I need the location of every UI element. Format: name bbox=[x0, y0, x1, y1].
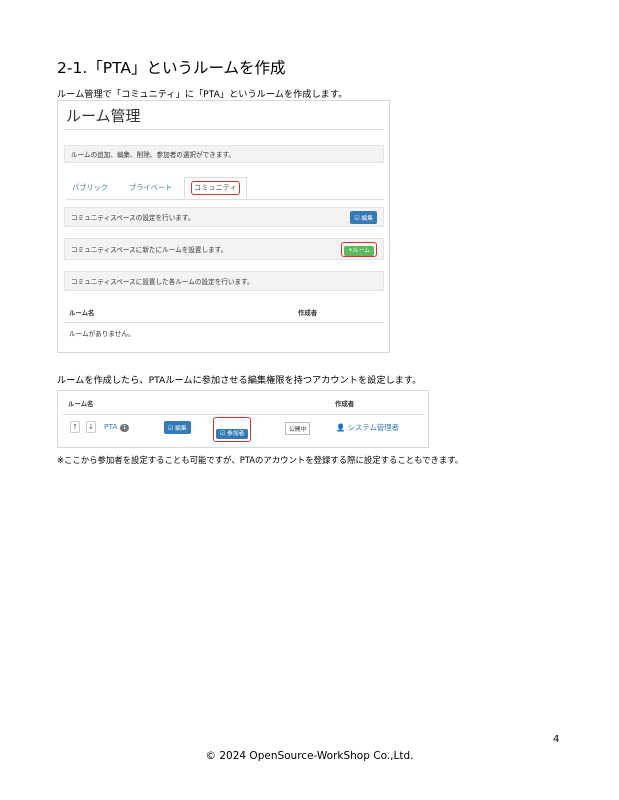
info-text: ルームの追加、編集、削除、参加者の選択ができます。 bbox=[71, 151, 235, 159]
status-badge: 公開中 bbox=[285, 422, 311, 435]
participants-button[interactable]: ☑ 参加者 bbox=[216, 429, 249, 439]
add-room-text: コミュニティスペースに新たにルームを設置します。 bbox=[71, 246, 228, 254]
column-room-name: ルーム名 bbox=[69, 309, 95, 317]
page-number: 4 bbox=[553, 734, 560, 745]
add-room-well: コミュニティスペースに新たにルームを設置します。 +ルーム bbox=[64, 238, 384, 260]
edit-space-button[interactable]: ☑ 編集 bbox=[350, 210, 377, 224]
participants-highlight: ☑ 参加者 bbox=[213, 417, 252, 442]
room-row-screenshot: ルーム名 作成者 ↑ ↓ PTA 1 ☑ 編集 ☑ 参加者 公開中 👤 システム… bbox=[57, 390, 429, 448]
footer-copyright: © 2024 OpenSource-WorkShop Co.,Ltd. bbox=[205, 750, 414, 762]
column-room-name: ルーム名 bbox=[68, 400, 94, 408]
move-up-button[interactable]: ↑ bbox=[70, 421, 80, 433]
table-header-rule bbox=[64, 322, 384, 323]
room-settings-text: コミュニティスペースに設置した各ルームの設定を行います。 bbox=[71, 278, 254, 286]
add-room-button[interactable]: +ルーム bbox=[343, 245, 374, 256]
empty-rooms-text: ルームがありません。 bbox=[69, 330, 135, 338]
space-tabs: パブリック プライベート コミュニティ bbox=[66, 177, 384, 200]
room-settings-well: コミュニティスペースに設置した各ルームの設定を行います。 bbox=[64, 271, 384, 291]
move-down-button[interactable]: ↓ bbox=[86, 421, 96, 433]
community-settings-well: コミュニティスペースの設定を行います。 ☑ 編集 bbox=[64, 207, 384, 227]
community-settings-text: コミュニティスペースの設定を行います。 bbox=[71, 214, 195, 222]
column-author: 作成者 bbox=[298, 309, 318, 317]
table-row: ↑ ↓ PTA 1 ☑ 編集 ☑ 参加者 公開中 👤 システム管理者 bbox=[58, 415, 428, 447]
section-heading: 2-1.「PTA」というルームを作成 bbox=[57, 59, 286, 77]
tab-public[interactable]: パブリック bbox=[72, 177, 108, 199]
add-room-highlight: +ルーム bbox=[340, 241, 377, 257]
room-count-badge: 1 bbox=[119, 424, 130, 432]
author-link[interactable]: 👤 システム管理者 bbox=[336, 422, 399, 433]
user-icon: 👤 bbox=[336, 423, 346, 432]
tab-community[interactable]: コミュニティ bbox=[184, 177, 247, 199]
info-well: ルームの追加、編集、削除、参加者の選択ができます。 bbox=[64, 145, 384, 163]
title-divider bbox=[64, 129, 384, 130]
second-paragraph: ルームを作成したら、PTAルームに参加させる編集権限を持つアカウントを設定します… bbox=[57, 375, 422, 386]
column-author: 作成者 bbox=[335, 400, 355, 408]
intro-paragraph: ルーム管理で「コミュニティ」に「PTA」というルームを作成します。 bbox=[57, 89, 348, 100]
room-management-screenshot: ルーム管理 ルームの追加、編集、削除、参加者の選択ができます。 パブリック プラ… bbox=[57, 100, 390, 353]
room-name-link[interactable]: PTA 1 bbox=[104, 422, 130, 432]
note-paragraph: ※ここから参加者を設定することも可能ですが、PTAのアカウントを登録する際に設定… bbox=[57, 455, 464, 465]
room-management-title: ルーム管理 bbox=[66, 107, 141, 125]
tab-private[interactable]: プライベート bbox=[129, 177, 172, 199]
edit-room-button[interactable]: ☑ 編集 bbox=[164, 421, 191, 434]
